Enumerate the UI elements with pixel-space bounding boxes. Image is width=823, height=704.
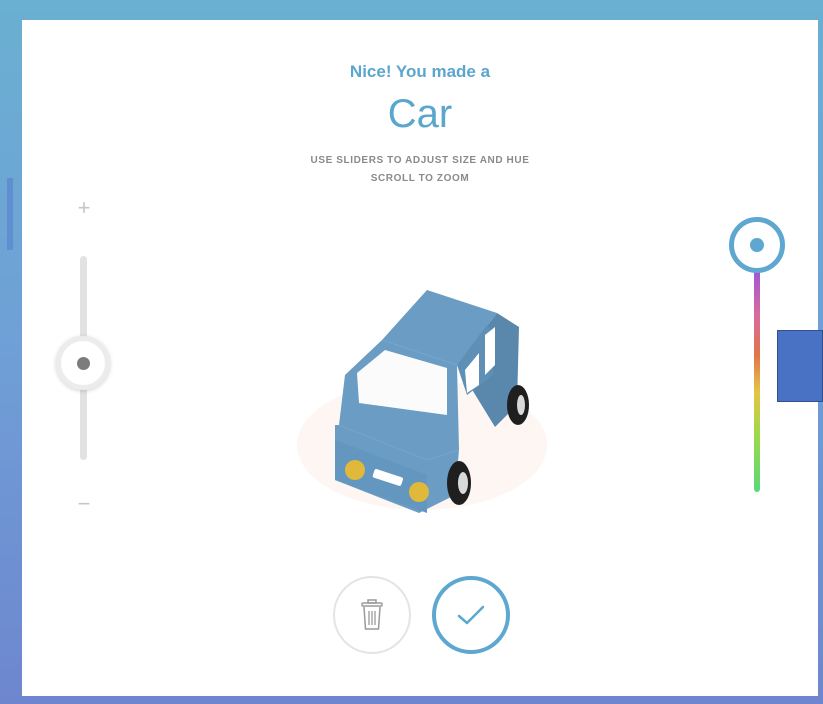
hue-slider-track[interactable] (754, 270, 760, 492)
instruction-zoom: SCROLL TO ZOOM (370, 173, 470, 184)
delete-button[interactable] (333, 576, 411, 654)
trash-icon (361, 599, 383, 630)
car-model-illustration[interactable] (287, 265, 557, 520)
left-edge-tab (7, 178, 13, 250)
creation-panel: Nice! You made a Car USE SLIDERS TO ADJU… (22, 20, 818, 696)
hue-thumb-dot (750, 238, 764, 252)
side-panel-tab[interactable] (777, 330, 823, 402)
size-slider-thumb[interactable] (56, 336, 110, 390)
result-subtitle: Nice! You made a (349, 62, 491, 81)
size-thumb-dot (77, 357, 90, 370)
confirm-button[interactable] (432, 576, 510, 654)
size-increase-icon[interactable]: + (74, 197, 94, 219)
hue-slider-thumb[interactable] (729, 217, 785, 273)
instruction-sliders: USE SLIDERS TO ADJUST SIZE AND HUE (310, 155, 530, 166)
checkmark-icon (457, 605, 485, 625)
result-object-name: Car (387, 92, 453, 136)
size-decrease-icon[interactable]: − (74, 493, 94, 515)
